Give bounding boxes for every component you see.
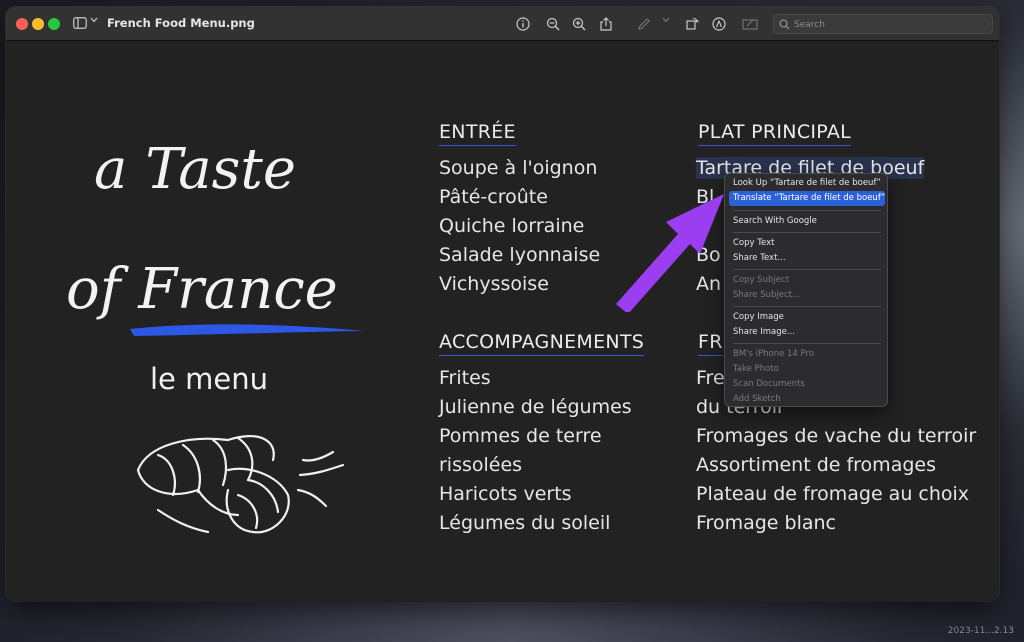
logo-line-2: of France <box>66 257 338 322</box>
context-menu-search-google[interactable]: Search With Google <box>729 214 885 229</box>
markup-pen-icon[interactable] <box>634 14 654 34</box>
search-icon <box>779 19 790 30</box>
logo-brush-underline <box>130 324 364 336</box>
menu-item[interactable]: Fromage blanc <box>696 512 836 534</box>
menu-item[interactable]: Pommes de terre <box>439 425 602 447</box>
search-field[interactable] <box>773 14 993 34</box>
section-heading-entree: ENTRÉE <box>439 121 516 146</box>
context-menu-share-image[interactable]: Share Image... <box>729 325 885 340</box>
menu-separator <box>733 232 881 233</box>
menu-item[interactable]: Salade lyonnaise <box>439 244 600 266</box>
section-heading-accompagnements: ACCOMPAGNEMENTS <box>439 331 645 356</box>
menu-subtitle: le menu <box>150 362 268 396</box>
context-menu-translate[interactable]: Translate “Tartare de filet de boeuf” <box>729 191 885 206</box>
form-fill-icon[interactable] <box>740 14 760 34</box>
fullscreen-window-button[interactable] <box>48 18 60 30</box>
search-input[interactable] <box>794 17 984 32</box>
context-menu-copy-subject: Copy Subject <box>733 275 790 285</box>
menu-separator <box>733 269 881 270</box>
rotate-icon[interactable] <box>682 14 702 34</box>
zoom-out-icon[interactable] <box>543 14 563 34</box>
context-menu-scan-documents: Scan Documents <box>733 379 805 389</box>
menu-item[interactable]: Vichyssoise <box>439 273 549 295</box>
context-menu-share-subject: Share Subject... <box>733 290 801 300</box>
close-window-button[interactable] <box>16 18 28 30</box>
menu-item[interactable]: Fre <box>696 367 725 389</box>
markup-chevron-down-icon[interactable] <box>660 14 672 34</box>
menu-separator <box>733 210 881 211</box>
menu-item[interactable]: Frites <box>439 367 491 389</box>
menu-item[interactable]: Julienne de légumes <box>439 396 632 418</box>
menu-separator <box>733 306 881 307</box>
zoom-in-icon[interactable] <box>569 14 589 34</box>
menu-separator <box>733 343 881 344</box>
menu-item[interactable]: Plateau de fromage au choix <box>696 483 969 505</box>
menu-item[interactable]: Quiche lorraine <box>439 215 584 237</box>
preview-window: French Food Menu.png Search a Taste of F… <box>6 7 999 601</box>
desktop-file-caption: 2023-11...2.13 <box>947 626 1014 636</box>
annotation-arrow-icon <box>616 194 724 312</box>
context-menu-share-text[interactable]: Share Text... <box>729 251 885 266</box>
context-menu-copy-text[interactable]: Copy Text <box>729 236 885 251</box>
share-icon[interactable] <box>596 14 616 34</box>
context-menu: Look Up “Tartare de filet de boeuf” Tran… <box>724 173 888 407</box>
sidebar-toggle-icon[interactable] <box>70 14 90 34</box>
context-menu-device-heading: BM's iPhone 14 Pro <box>733 349 815 359</box>
menu-item[interactable]: rissolées <box>439 454 522 476</box>
context-menu-copy-image[interactable]: Copy Image <box>729 310 885 325</box>
section-heading-plat-principal: PLAT PRINCIPAL <box>698 121 852 146</box>
context-menu-take-photo: Take Photo <box>733 364 779 374</box>
info-icon[interactable] <box>513 14 533 34</box>
title-bar: French Food Menu.png <box>6 7 999 41</box>
chevron-down-icon[interactable] <box>88 14 100 34</box>
menu-item[interactable]: Fromages de vache du terroir <box>696 425 976 447</box>
annotate-icon[interactable] <box>709 14 729 34</box>
menu-item[interactable]: Haricots verts <box>439 483 572 505</box>
croissant-illustration <box>136 435 345 534</box>
menu-item[interactable]: Légumes du soleil <box>439 512 610 534</box>
menu-item[interactable]: Assortiment de fromages <box>696 454 936 476</box>
context-menu-look-up[interactable]: Look Up “Tartare de filet de boeuf” <box>729 176 885 191</box>
menu-item[interactable]: Soupe à l'oignon <box>439 157 597 179</box>
minimize-window-button[interactable] <box>32 18 44 30</box>
window-title: French Food Menu.png <box>107 16 255 30</box>
menu-item[interactable]: Pâté-croûte <box>439 186 548 208</box>
context-menu-add-sketch: Add Sketch <box>733 394 781 404</box>
logo-line-1: a Taste <box>94 137 296 202</box>
section-heading-fromages: FR <box>698 331 723 356</box>
